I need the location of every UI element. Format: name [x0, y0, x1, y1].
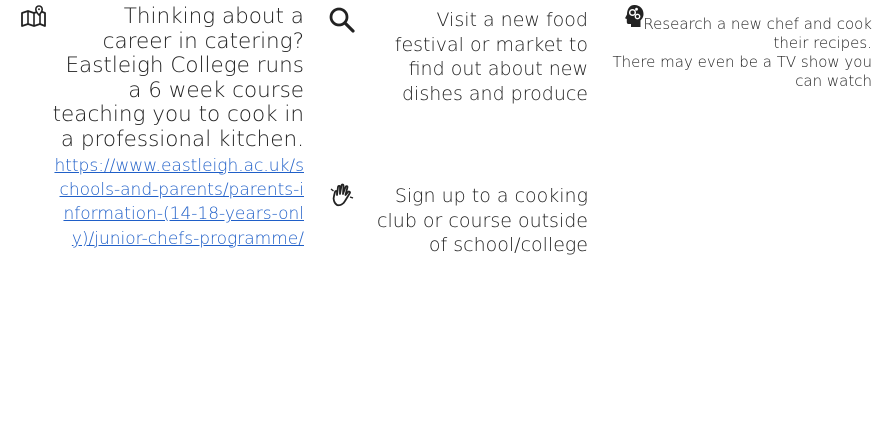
search-icon	[328, 6, 356, 34]
career-column: Thinking about a career in catering? Eas…	[52, 4, 304, 252]
food-festival-text: Visit a new food festival or market to f…	[394, 9, 588, 106]
eastleigh-college-link[interactable]: https://www.eastleigh.ac.uk/schools-and-…	[52, 154, 304, 252]
hand-sign-icon	[330, 183, 354, 207]
research-chef-text: Research a new chef and cook their recip…	[643, 15, 872, 52]
research-chef-column: Research a new chef and cook their recip…	[605, 15, 872, 91]
tv-show-text: There may even be a TV show you can watc…	[612, 53, 872, 90]
map-icon	[21, 5, 47, 27]
cooking-club-text: Sign up to a cooking club or course outs…	[377, 185, 588, 257]
career-text: Thinking about a career in catering? Eas…	[52, 4, 304, 152]
